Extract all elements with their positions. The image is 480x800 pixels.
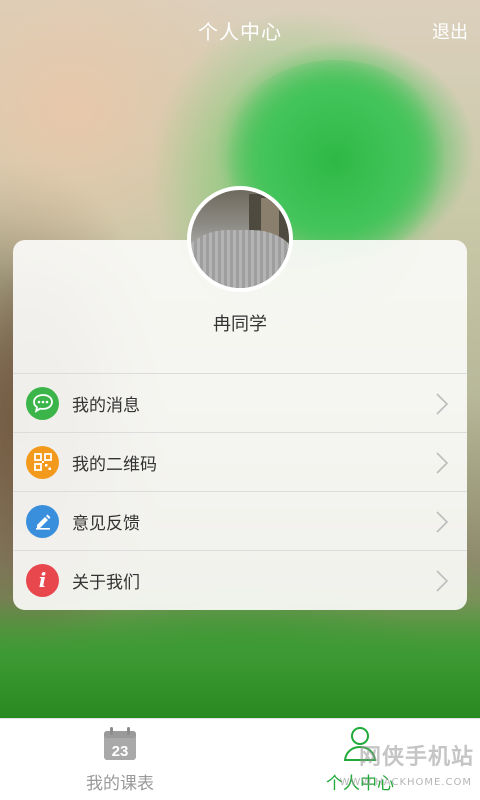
title-bar: 个人中心 退出 xyxy=(0,0,480,60)
svg-text:23: 23 xyxy=(112,743,129,760)
calendar-icon: 23 xyxy=(104,727,136,760)
menu-item-about[interactable]: i 关于我们 xyxy=(13,550,467,609)
username: 冉同学 xyxy=(213,314,267,335)
chevron-right-icon xyxy=(436,452,449,474)
menu-label-qr-code: 我的二维码 xyxy=(72,454,157,475)
menu-item-feedback[interactable]: 意见反馈 xyxy=(13,491,467,550)
menu-label-feedback: 意见反馈 xyxy=(72,513,140,534)
menu-label-about: 关于我们 xyxy=(72,572,140,593)
tab-my-schedule-label: 我的课表 xyxy=(86,774,154,794)
chevron-right-icon xyxy=(436,570,449,592)
watermark-text: 网侠手机站 xyxy=(358,745,474,770)
pencil-icon xyxy=(26,504,59,538)
page-title: 个人中心 xyxy=(198,20,282,44)
profile-card: 冉同学 我的消息 我的二维码 意见反馈 i 关于我们 xyxy=(13,240,467,610)
info-icon: i xyxy=(26,563,59,597)
chevron-right-icon xyxy=(436,393,449,415)
chevron-right-icon xyxy=(436,511,449,533)
menu-item-qr-code[interactable]: 我的二维码 xyxy=(13,432,467,491)
logout-button[interactable]: 退出 xyxy=(432,18,468,44)
chat-bubble-icon xyxy=(26,386,59,420)
menu-item-messages[interactable]: 我的消息 xyxy=(13,373,467,432)
bottom-tab-bar: 23 我的课表 个人中心 网侠手机站 WWW.HACKHOME.COM xyxy=(0,718,480,800)
tab-personal-center[interactable]: 个人中心 网侠手机站 WWW.HACKHOME.COM xyxy=(240,719,480,800)
menu-label-messages: 我的消息 xyxy=(72,395,140,416)
avatar[interactable] xyxy=(187,186,293,292)
watermark-subtext: WWW.HACKHOME.COM xyxy=(339,777,472,788)
tab-my-schedule[interactable]: 23 我的课表 xyxy=(0,719,240,800)
qr-code-icon xyxy=(26,445,59,479)
